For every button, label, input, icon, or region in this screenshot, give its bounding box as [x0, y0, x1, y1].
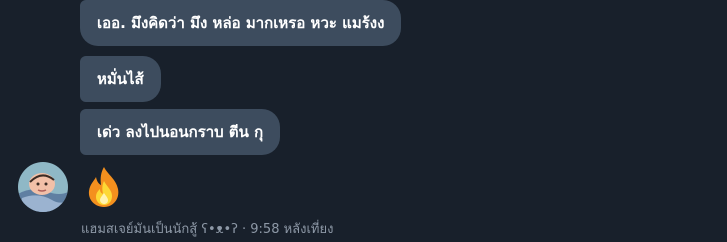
avatar[interactable] [18, 162, 68, 212]
message-meta: แฮมสเจย์มันเป็นนักสู้ ʕ•ᴥ•ʔ · 9:58 หลังเ… [81, 218, 333, 239]
message-text: เด่ว ลงไปนอนกราบ ตีน กุ [97, 123, 264, 141]
message-bubble[interactable]: หมั่นไส้ [80, 56, 161, 102]
meta-separator: · [237, 222, 251, 237]
message-text: เออ. มึงคิดว่า มึง หล่อ มากเหรอ หวะ แมร้… [97, 14, 385, 32]
message-bubble[interactable]: เออ. มึงคิดว่า มึง หล่อ มากเหรอ หวะ แมร้… [80, 0, 402, 46]
message-timestamp: 9:58 หลังเที่ยง [250, 222, 334, 237]
fire-icon [88, 167, 119, 207]
sender-name[interactable]: แฮมสเจย์มันเป็นนักสู้ ʕ•ᴥ•ʔ [81, 222, 238, 237]
message-text: หมั่นไส้ [97, 70, 144, 88]
fire-emoji-icon[interactable] [82, 165, 126, 209]
chat-thread: เออ. มึงคิดว่า มึง หล่อ มากเหรอ หวะ แมร้… [0, 0, 727, 242]
avatar-image [18, 162, 68, 212]
message-bubble[interactable]: เด่ว ลงไปนอนกราบ ตีน กุ [80, 109, 281, 155]
